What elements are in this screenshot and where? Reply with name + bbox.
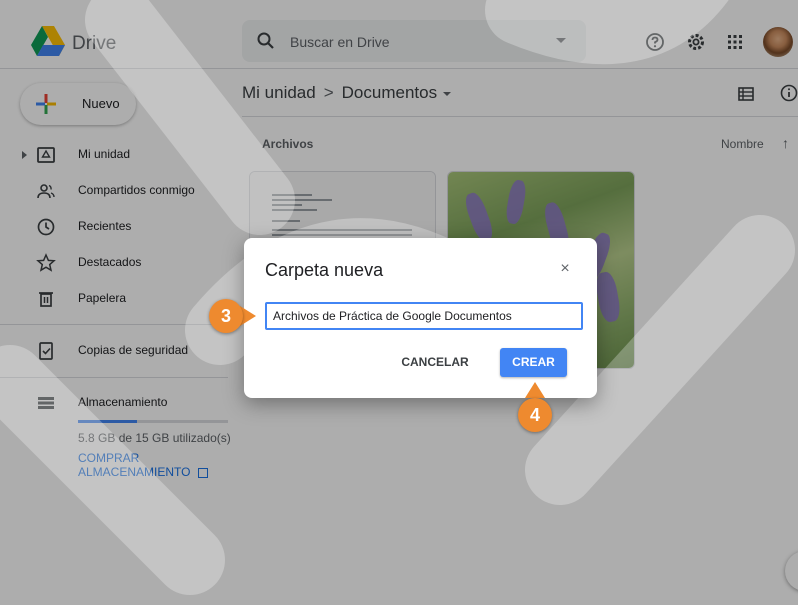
step-3-badge: 3: [209, 299, 243, 333]
folder-name-input[interactable]: [265, 302, 583, 330]
close-icon[interactable]: ×: [556, 260, 574, 278]
dialog-title: Carpeta nueva: [265, 260, 384, 280]
step-4-pointer: [525, 382, 545, 398]
new-folder-dialog: Carpeta nueva × CANCELAR CREAR: [244, 238, 597, 398]
step-4-badge: 4: [518, 398, 552, 432]
drive-page: Drive Buscar en Drive Nuevo Mi unidad Co…: [0, 0, 798, 605]
cancel-button[interactable]: CANCELAR: [400, 347, 470, 377]
create-button[interactable]: CREAR: [500, 348, 567, 377]
